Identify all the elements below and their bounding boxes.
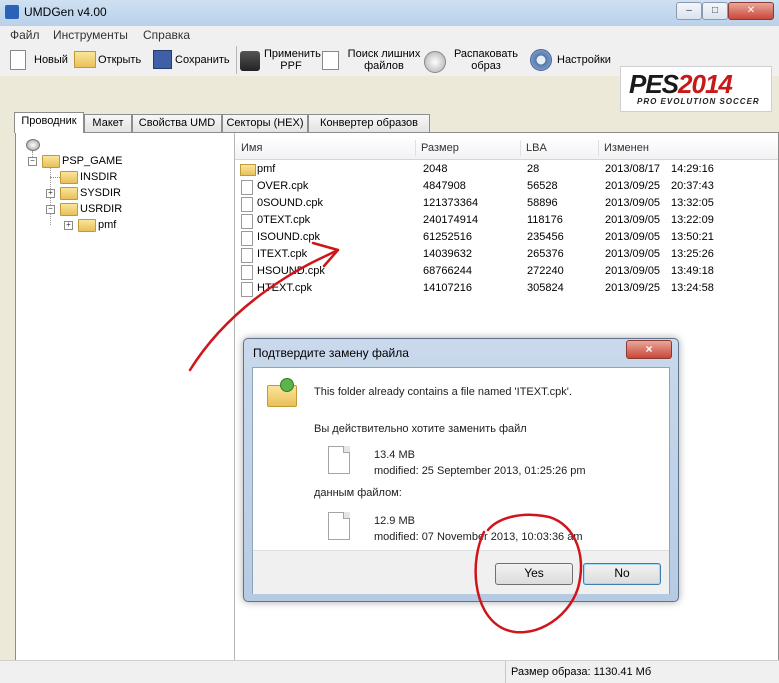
tab-sectors-hex[interactable]: Секторы (HEX): [222, 114, 308, 132]
tab-image-converter[interactable]: Конвертер образов: [308, 114, 430, 132]
expand-icon[interactable]: +: [64, 221, 73, 230]
new-file-icon: [10, 50, 26, 70]
collapse-icon[interactable]: −: [28, 157, 37, 166]
existing-file-size: 13.4 MB: [374, 449, 415, 461]
tab-layout[interactable]: Макет: [84, 114, 132, 132]
menu-file[interactable]: Файл: [10, 28, 40, 42]
floppy-icon: [153, 50, 172, 69]
tab-explorer[interactable]: Проводник: [14, 112, 84, 133]
replace-file-dialog: Подтвердите замену файла × This folder a…: [243, 338, 679, 602]
open-folder-icon: [74, 51, 96, 68]
maximize-button[interactable]: □: [702, 2, 728, 20]
menu-help[interactable]: Справка: [143, 28, 190, 42]
tree-node-psp-game[interactable]: PSP_GAME: [62, 155, 123, 167]
menu-tools[interactable]: Инструменты: [53, 28, 128, 42]
file-icon: [241, 180, 253, 195]
drive-icon: [26, 139, 40, 151]
disc-icon: [424, 51, 446, 73]
file-icon: [328, 512, 350, 540]
tree-node-sysdir[interactable]: SYSDIR: [80, 187, 121, 199]
list-header: Имя Размер LBA Изменен: [235, 137, 778, 160]
folder-icon: [78, 219, 96, 232]
file-icon: [241, 248, 253, 263]
tab-umd-properties[interactable]: Свойства UMD: [132, 114, 222, 132]
toolbar-separator: [236, 46, 237, 74]
folder-tree[interactable]: − PSP_GAME INSDIR + SYSDIR − USRDIR + pm…: [16, 133, 235, 661]
tree-node-insdir[interactable]: INSDIR: [80, 171, 117, 183]
dialog-message: This folder already contains a file name…: [314, 386, 572, 398]
gear-icon: [530, 49, 552, 71]
yes-button[interactable]: Yes: [495, 563, 573, 585]
settings-button[interactable]: Настройки: [530, 48, 615, 72]
list-item[interactable]: OVER.cpk 4847908 56528 2013/09/25 20:37:…: [235, 178, 778, 195]
tree-node-pmf[interactable]: pmf: [98, 219, 116, 231]
save-button[interactable]: Сохранить: [153, 48, 233, 72]
ppf-icon: [240, 51, 260, 71]
file-icon: [328, 446, 350, 474]
dialog-footer: Yes No: [253, 550, 669, 594]
existing-file-modified: modified: 25 September 2013, 01:25:26 pm: [374, 465, 586, 477]
new-button[interactable]: Новый: [10, 48, 70, 72]
new-file-modified: modified: 07 November 2013, 10:03:36 am: [374, 531, 583, 543]
list-item[interactable]: pmf 2048 28 2013/08/17 14:29:16: [235, 161, 778, 178]
list-item[interactable]: ISOUND.cpk 61252516 235456 2013/09/05 13…: [235, 229, 778, 246]
open-button[interactable]: Открыть: [74, 48, 149, 72]
dialog-body: This folder already contains a file name…: [252, 367, 670, 594]
collapse-icon[interactable]: −: [46, 205, 55, 214]
unpack-image-button[interactable]: Распаковать образ: [424, 46, 524, 74]
column-modified[interactable]: Изменен: [604, 142, 649, 154]
dialog-title: Подтвердите замену файла: [253, 346, 409, 360]
menu-bar: Файл Инструменты Справка: [0, 26, 779, 44]
close-button[interactable]: ✕: [728, 2, 774, 20]
expand-icon[interactable]: +: [46, 189, 55, 198]
folder-icon: [42, 155, 60, 168]
folder-icon: [60, 171, 78, 184]
window-title: UMDGen v4.00: [24, 5, 107, 19]
status-bar: Размер образа: 1130.41 Мб: [0, 660, 779, 683]
app-icon: [5, 5, 19, 19]
minimize-button[interactable]: –: [676, 2, 702, 20]
list-item[interactable]: HSOUND.cpk 68766244 272240 2013/09/05 13…: [235, 263, 778, 280]
folder-icon: [60, 187, 78, 200]
pes-2014-logo: PES2014 PRO EVOLUTION SOCCER: [620, 66, 772, 112]
list-item[interactable]: 0SOUND.cpk 121373364 58896 2013/09/05 13…: [235, 195, 778, 212]
folder-icon: [60, 203, 78, 216]
apply-ppf-button[interactable]: Применить PPF: [240, 46, 322, 74]
file-icon: [241, 282, 253, 297]
with-file-label: данным файлом:: [314, 487, 402, 499]
image-size-status: Размер образа: 1130.41 Мб: [511, 666, 652, 678]
folder-replace-icon: [267, 378, 297, 407]
file-icon: [241, 214, 253, 229]
list-item[interactable]: 0TEXT.cpk 240174914 118176 2013/09/05 13…: [235, 212, 778, 229]
column-name[interactable]: Имя: [241, 142, 262, 154]
search-file-icon: [322, 51, 339, 70]
column-size[interactable]: Размер: [421, 142, 459, 154]
column-lba[interactable]: LBA: [526, 142, 547, 154]
folder-icon: [240, 164, 256, 176]
tree-node-usrdir[interactable]: USRDIR: [80, 203, 122, 215]
title-bar[interactable]: UMDGen v4.00 – □ ✕: [0, 0, 779, 27]
file-icon: [241, 231, 253, 246]
list-item[interactable]: HTEXT.cpk 14107216 305824 2013/09/25 13:…: [235, 280, 778, 297]
file-icon: [241, 265, 253, 280]
dialog-question: Вы действительно хотите заменить файл: [314, 423, 527, 435]
list-item[interactable]: ITEXT.cpk 14039632 265376 2013/09/05 13:…: [235, 246, 778, 263]
no-button[interactable]: No: [583, 563, 661, 585]
file-icon: [241, 197, 253, 212]
dialog-close-button[interactable]: ×: [626, 340, 672, 359]
find-extra-files-button[interactable]: Поиск лишних файлов: [322, 46, 422, 74]
new-file-size: 12.9 MB: [374, 515, 415, 527]
